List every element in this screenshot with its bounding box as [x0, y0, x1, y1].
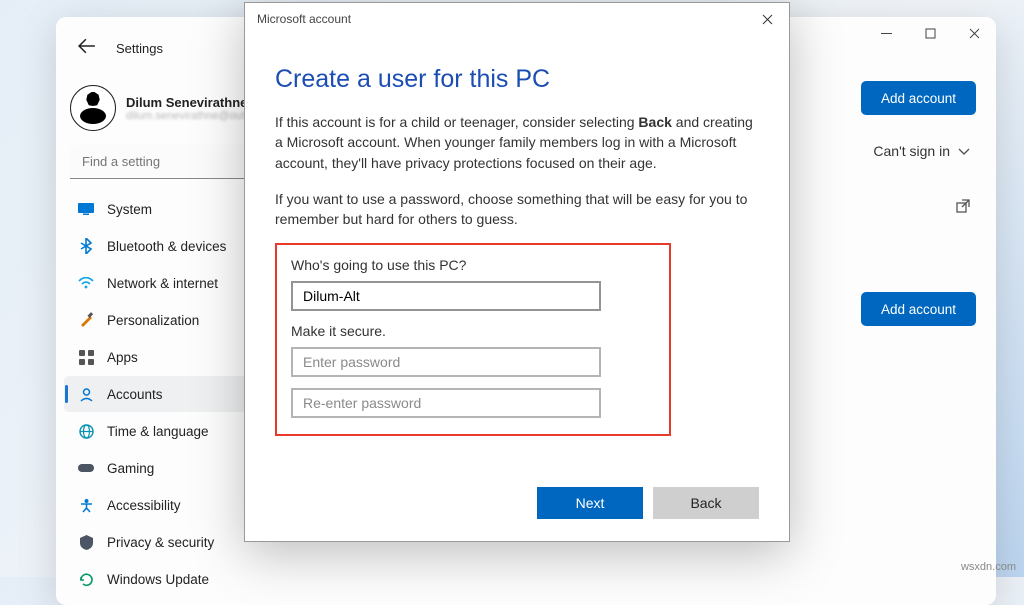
nav-label: Gaming [107, 461, 154, 476]
nav-label: Privacy & security [107, 535, 214, 550]
nav-label: Accounts [107, 387, 163, 402]
close-button[interactable] [952, 17, 996, 49]
nav-label: Personalization [107, 313, 199, 328]
sidebar-item-windows-update[interactable]: Windows Update [64, 561, 284, 597]
password-input[interactable] [291, 347, 601, 377]
apps-icon [78, 349, 94, 365]
external-link-icon[interactable] [956, 199, 970, 218]
nav-label: Bluetooth & devices [107, 239, 226, 254]
brush-icon [78, 312, 94, 328]
accounts-icon [78, 386, 94, 402]
back-icon[interactable] [78, 37, 96, 60]
maximize-button[interactable] [908, 17, 952, 49]
nav-label: Windows Update [107, 572, 209, 587]
settings-title: Settings [116, 41, 163, 56]
nav-label: Accessibility [107, 498, 181, 513]
next-button[interactable]: Next [537, 487, 643, 519]
add-account-button[interactable]: Add account [861, 81, 976, 115]
dialog-close-button[interactable] [747, 7, 787, 31]
add-account-button-2[interactable]: Add account [861, 292, 976, 326]
confirm-password-input[interactable] [291, 388, 601, 418]
dialog-body: Create a user for this PC If this accoun… [245, 35, 789, 475]
accessibility-icon [78, 497, 94, 513]
username-label: Who's going to use this PC? [291, 257, 651, 273]
update-icon [78, 571, 94, 587]
nav-label: Network & internet [107, 276, 218, 291]
chevron-down-icon [958, 143, 970, 159]
back-button[interactable]: Back [653, 487, 759, 519]
dialog-heading: Create a user for this PC [275, 65, 759, 94]
dropdown-label: Can't sign in [873, 143, 950, 159]
avatar [70, 85, 116, 131]
microsoft-account-dialog: Microsoft account Create a user for this… [244, 2, 790, 542]
nav-label: System [107, 202, 152, 217]
dialog-title-bar: Microsoft account [245, 3, 789, 35]
shield-icon [78, 534, 94, 550]
nav-label: Time & language [107, 424, 209, 439]
bluetooth-icon [78, 238, 94, 254]
highlighted-form-area: Who's going to use this PC? Make it secu… [275, 243, 671, 436]
username-input[interactable] [291, 281, 601, 311]
nav-label: Apps [107, 350, 138, 365]
dialog-title: Microsoft account [257, 12, 351, 26]
gaming-icon [78, 460, 94, 476]
system-icon [78, 201, 94, 217]
dialog-footer: Next Back [245, 475, 789, 541]
password-section-label: Make it secure. [291, 323, 651, 339]
globe-icon [78, 423, 94, 439]
dialog-paragraph-1: If this account is for a child or teenag… [275, 112, 759, 173]
profile-name: Dilum Senevirathne [126, 95, 254, 110]
wifi-icon [78, 275, 94, 291]
profile-email: dilum.senevirathne@out... [126, 110, 254, 122]
dialog-paragraph-2: If you want to use a password, choose so… [275, 189, 759, 230]
window-controls [864, 17, 996, 49]
watermark: wsxdn.com [961, 561, 1016, 573]
minimize-button[interactable] [864, 17, 908, 49]
